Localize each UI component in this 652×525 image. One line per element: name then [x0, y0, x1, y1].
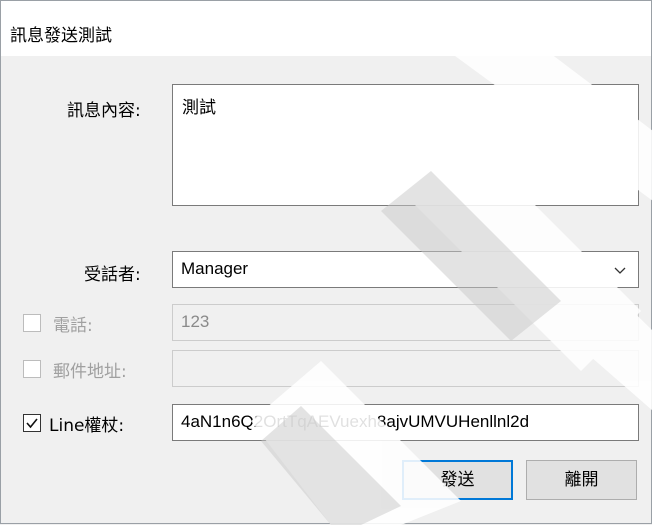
email-field[interactable] — [172, 350, 639, 387]
message-label: 訊息內容: — [67, 101, 141, 121]
line-token-field[interactable]: 4aN1n6Q2OrtTqAEVuexh8ajvUMVUHenllnl2d — [172, 404, 639, 441]
phone-label: 電話: — [53, 316, 93, 336]
message-textarea[interactable]: 測試 — [172, 84, 639, 206]
phone-checkbox[interactable] — [23, 314, 41, 332]
send-button[interactable]: 發送 — [402, 460, 513, 500]
phone-field[interactable]: 123 — [172, 304, 639, 341]
message-text: 測試 — [182, 98, 216, 118]
dialog-window: 訊息發送測試 訊息內容: 測試 受話者: Manager 電話: 123 郵件地… — [0, 0, 652, 525]
email-checkbox[interactable] — [23, 360, 41, 378]
chevron-down-icon — [614, 267, 626, 274]
line-checkbox[interactable] — [23, 414, 41, 432]
leave-button[interactable]: 離開 — [526, 460, 637, 500]
recipient-selected-value: Manager — [181, 259, 249, 278]
line-token-value: 4aN1n6Q2OrtTqAEVuexh8ajvUMVUHenllnl2d — [181, 412, 530, 431]
checkmark-icon — [26, 418, 38, 429]
line-label: Line權杖: — [49, 416, 125, 436]
title-bar[interactable]: 訊息發送測試 — [1, 1, 651, 56]
recipient-select[interactable]: Manager — [172, 251, 639, 288]
phone-value: 123 — [181, 312, 210, 331]
recipient-label: 受話者: — [84, 265, 141, 285]
email-label: 郵件地址: — [53, 362, 127, 382]
window-title: 訊息發送測試 — [10, 26, 112, 46]
